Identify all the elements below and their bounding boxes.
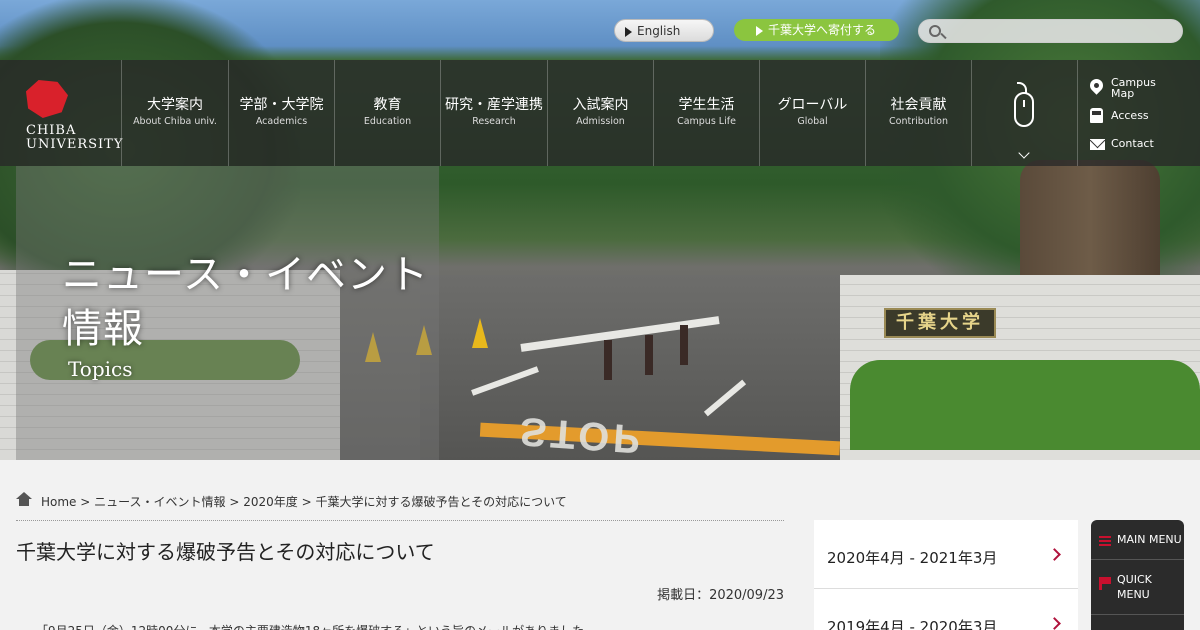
quick-menu-button[interactable]: QUICK MENU <box>1091 560 1184 615</box>
nav-label-jp: 学部・大学院 <box>239 97 324 113</box>
nav-contribution[interactable]: 社会貢献 Contribution <box>866 60 972 166</box>
search-icon-handle <box>940 32 947 40</box>
side-links: Campus Map Access Contact <box>1078 60 1200 166</box>
flag-icon <box>1099 577 1111 590</box>
archive-item-label: 2020年4月 - 2021年3月 <box>827 549 998 567</box>
posted-date: 掲載日：2020/09/23 <box>657 588 784 603</box>
logo-text-line1: CHIBA <box>26 123 77 138</box>
nav-label-jp: 学生生活 <box>678 97 735 113</box>
hero-subtitle: Topics <box>68 357 133 381</box>
main-menu-label: MAIN MENU <box>1117 533 1182 546</box>
nav-label-en: Academics <box>255 116 308 127</box>
mouse-wheel-icon <box>1023 100 1025 107</box>
divider <box>16 520 784 521</box>
scroll-down-button[interactable] <box>972 60 1078 166</box>
breadcrumb-news[interactable]: ニュース・イベント情報 <box>94 495 225 509</box>
archive-item-2019[interactable]: 2019年4月 - 2020年3月 <box>814 589 1078 630</box>
nav-campus-life[interactable]: 学生生活 Campus Life <box>654 60 760 166</box>
search-input[interactable] <box>951 22 1176 40</box>
page-title: 千葉大学に対する爆破予告とその対応について <box>16 540 435 564</box>
home-icon-roof <box>16 492 32 499</box>
home-icon[interactable] <box>16 492 32 506</box>
nav-label-jp: 研究・産学連携 <box>445 97 543 113</box>
nav-admission[interactable]: 入試案内 Admission <box>548 60 654 166</box>
hero-title: ニュース・イベント 情報 <box>62 248 429 356</box>
search-icon[interactable] <box>929 25 941 37</box>
chevron-right-icon <box>1048 617 1061 630</box>
nav-label-en: About Chiba univ. <box>133 116 217 127</box>
logo-text-line2: UNIVERSITY <box>26 137 124 152</box>
main-menu-button[interactable]: MAIN MENU <box>1091 520 1184 560</box>
nav-education[interactable]: 教育 Education <box>335 60 441 166</box>
nav-global[interactable]: グローバル Global <box>760 60 866 166</box>
bollard <box>680 325 688 365</box>
access-label: Access <box>1111 109 1149 122</box>
mail-icon <box>1090 139 1105 150</box>
donate-button[interactable]: 千葉大学へ寄付する <box>734 19 899 41</box>
mouse-icon <box>1014 92 1034 127</box>
nav-research[interactable]: 研究・産学連携 Research <box>441 60 548 166</box>
search-box <box>918 19 1183 43</box>
nav-label-jp: グローバル <box>777 97 848 113</box>
breadcrumb-home[interactable]: Home <box>41 495 76 509</box>
traffic-cone <box>472 318 488 348</box>
hero-title-line1: ニュース・イベント <box>62 252 429 298</box>
breadcrumb-separator: > <box>225 495 244 509</box>
chevron-right-icon <box>1048 548 1061 561</box>
nav-label-en: Education <box>363 116 412 127</box>
nav-label-jp: 入試案内 <box>572 97 629 113</box>
menu-list-icon <box>1099 536 1111 546</box>
play-icon <box>756 26 763 36</box>
archive-item-label: 2019年4月 - 2020年3月 <box>827 618 998 630</box>
archive-item-2020[interactable]: 2020年4月 - 2021年3月 <box>814 520 1078 589</box>
main-navigation: CHIBA UNIVERSITY 大学案内 About Chiba univ. … <box>0 60 1200 166</box>
bollard <box>645 335 653 375</box>
quick-menu-label-2: MENU <box>1117 588 1150 601</box>
hero-title-line2: 情報 <box>62 306 144 352</box>
breadcrumb-separator: > <box>297 495 316 509</box>
nav-label-en: Admission <box>576 116 625 127</box>
breadcrumb-year[interactable]: 2020年度 <box>243 495 298 509</box>
nav-label-en: Global <box>797 116 828 127</box>
quick-menu-label-1: QUICK <box>1117 573 1152 586</box>
breadcrumb-current: 千葉大学に対する爆破予告とその対応について <box>315 495 567 509</box>
campus-map-label-2: Map <box>1111 87 1135 100</box>
nav-label-en: Contribution <box>889 116 948 127</box>
article-body: 「9月25日（金）12時00分に，本学の主要建造物18ヶ所を爆破する」という旨の… <box>36 622 596 630</box>
logo-mark-icon <box>26 80 68 118</box>
train-icon <box>1090 108 1103 123</box>
chiba-university-logo[interactable]: CHIBA UNIVERSITY <box>0 60 122 166</box>
floating-menu: MAIN MENU QUICK MENU <box>1091 520 1184 630</box>
nav-label-jp: 教育 <box>373 97 402 113</box>
english-button[interactable]: English <box>614 19 714 42</box>
nav-label-jp: 大学案内 <box>147 97 203 113</box>
nav-label-en: Research <box>472 116 516 127</box>
english-label: English <box>637 24 681 38</box>
map-pin-icon <box>1087 76 1106 95</box>
chevron-down-icon <box>1018 147 1030 159</box>
bollard <box>604 340 612 380</box>
breadcrumb-separator: > <box>76 495 95 509</box>
archive-list: 2020年4月 - 2021年3月 2019年4月 - 2020年3月 <box>814 520 1078 630</box>
breadcrumb-trail: Home > ニュース・イベント情報 > 2020年度 > 千葉大学に対する爆破… <box>41 493 567 510</box>
road-stop-marking: STOP <box>518 408 646 460</box>
nav-label-jp: 社会貢献 <box>890 97 947 113</box>
gate-sign: 千葉大学 <box>884 308 996 338</box>
contact-label: Contact <box>1111 137 1154 150</box>
donate-label: 千葉大学へ寄付する <box>768 23 877 37</box>
play-icon <box>625 27 632 37</box>
nav-label-en: Campus Life <box>677 116 736 127</box>
nav-about[interactable]: 大学案内 About Chiba univ. <box>122 60 229 166</box>
hedge-right <box>850 360 1200 450</box>
nav-academics[interactable]: 学部・大学院 Academics <box>229 60 335 166</box>
home-icon-base <box>19 499 29 506</box>
